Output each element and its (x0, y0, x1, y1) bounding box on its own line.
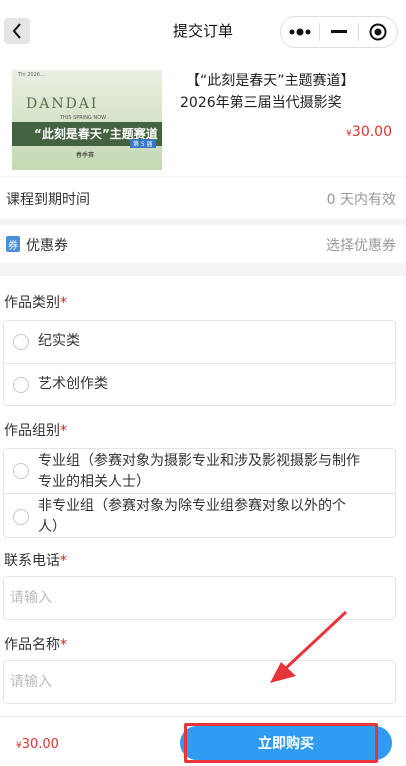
nav-bar: 提交订单 (0, 0, 406, 60)
group-option[interactable]: 非专业组（参赛对象为除专业组参赛对象以外的个 人） (4, 494, 395, 538)
required-mark: * (60, 637, 67, 653)
total-price-value: 30.00 (21, 737, 59, 752)
coupon-row[interactable]: 券 优惠券 选择优惠券 (0, 225, 406, 263)
validity-label: 课程到期时间 (6, 192, 90, 208)
more-dots-icon (289, 28, 311, 36)
target-close-icon (369, 23, 387, 41)
category-options: 纪实类 艺术创作类 (3, 320, 396, 406)
product-poster-image: Thi 2026... DANDAI THIS SPRING NOW “此刻是春… (12, 70, 162, 170)
category-label: 作品类别* (4, 295, 67, 311)
required-mark: * (60, 553, 67, 569)
radio-button[interactable] (13, 463, 29, 479)
product-price: ¥30.00 (346, 124, 392, 140)
group-options: 专业组（参赛对象为摄影专业和涉及影视摄影与制作 专业的相关人士） 非专业组（参赛对… (3, 448, 396, 538)
option-label: 纪实类 (38, 333, 80, 349)
coupon-select[interactable]: 选择优惠券 (326, 235, 396, 255)
more-button[interactable] (281, 17, 319, 47)
mini-program-capsule (280, 16, 398, 48)
option-label: 专业组（参赛对象为摄影专业和涉及影视摄影与制作 专业的相关人士） (38, 453, 360, 490)
required-mark: * (60, 423, 67, 439)
highlight-box (184, 723, 378, 763)
poster-top-text: Thi 2026... (18, 72, 45, 78)
phone-label: 联系电话* (4, 553, 67, 569)
category-option[interactable]: 纪实类 (4, 321, 395, 363)
group-option[interactable]: 专业组（参赛对象为摄影专业和涉及影视摄影与制作 专业的相关人士） (4, 449, 395, 493)
close-miniprogram-button[interactable] (359, 17, 397, 47)
product-card[interactable]: Thi 2026... DANDAI THIS SPRING NOW “此刻是春… (0, 60, 406, 176)
work-title-label: 作品名称* (4, 637, 67, 653)
radio-button[interactable] (13, 334, 29, 350)
work-title-input[interactable] (3, 660, 396, 704)
option-label: 非专业组（参赛对象为除专业组参赛对象以外的个 人） (38, 498, 346, 535)
poster-subtitle: THIS SPRING NOW (60, 115, 107, 121)
validity-row: 课程到期时间 0 天内有效 (0, 177, 406, 219)
order-form: 作品类别* 纪实类 艺术创作类 作品组别* 专业组（参赛对象为摄影专业和涉及影视… (0, 276, 406, 716)
product-title-line2: 2026年第三届当代摄影奖 (180, 95, 342, 111)
required-mark: * (60, 295, 67, 311)
validity-value: 0 天内有效 (326, 192, 396, 208)
total-price: ¥30.00 (16, 737, 59, 752)
group-label: 作品组别* (4, 423, 67, 439)
radio-button[interactable] (13, 377, 29, 393)
coupon-icon: 券 (6, 236, 20, 252)
product-title-line1: 【“此刻是春天”主题赛道】 (186, 73, 355, 89)
category-option[interactable]: 艺术创作类 (4, 364, 395, 406)
option-label: 艺术创作类 (38, 376, 108, 392)
poster-author: 春季赛 (76, 152, 95, 159)
poster-brand: DANDAI (26, 96, 99, 112)
radio-button[interactable] (13, 509, 29, 525)
coupon-label: 优惠券 (26, 238, 68, 254)
minimize-button[interactable] (320, 17, 358, 47)
phone-input[interactable] (3, 576, 396, 620)
price-value: 30.00 (351, 124, 392, 140)
minimize-icon (331, 30, 347, 33)
checkout-bar: ¥30.00 立即购买 (0, 716, 406, 766)
poster-badge: 第 5 届 (130, 139, 156, 148)
